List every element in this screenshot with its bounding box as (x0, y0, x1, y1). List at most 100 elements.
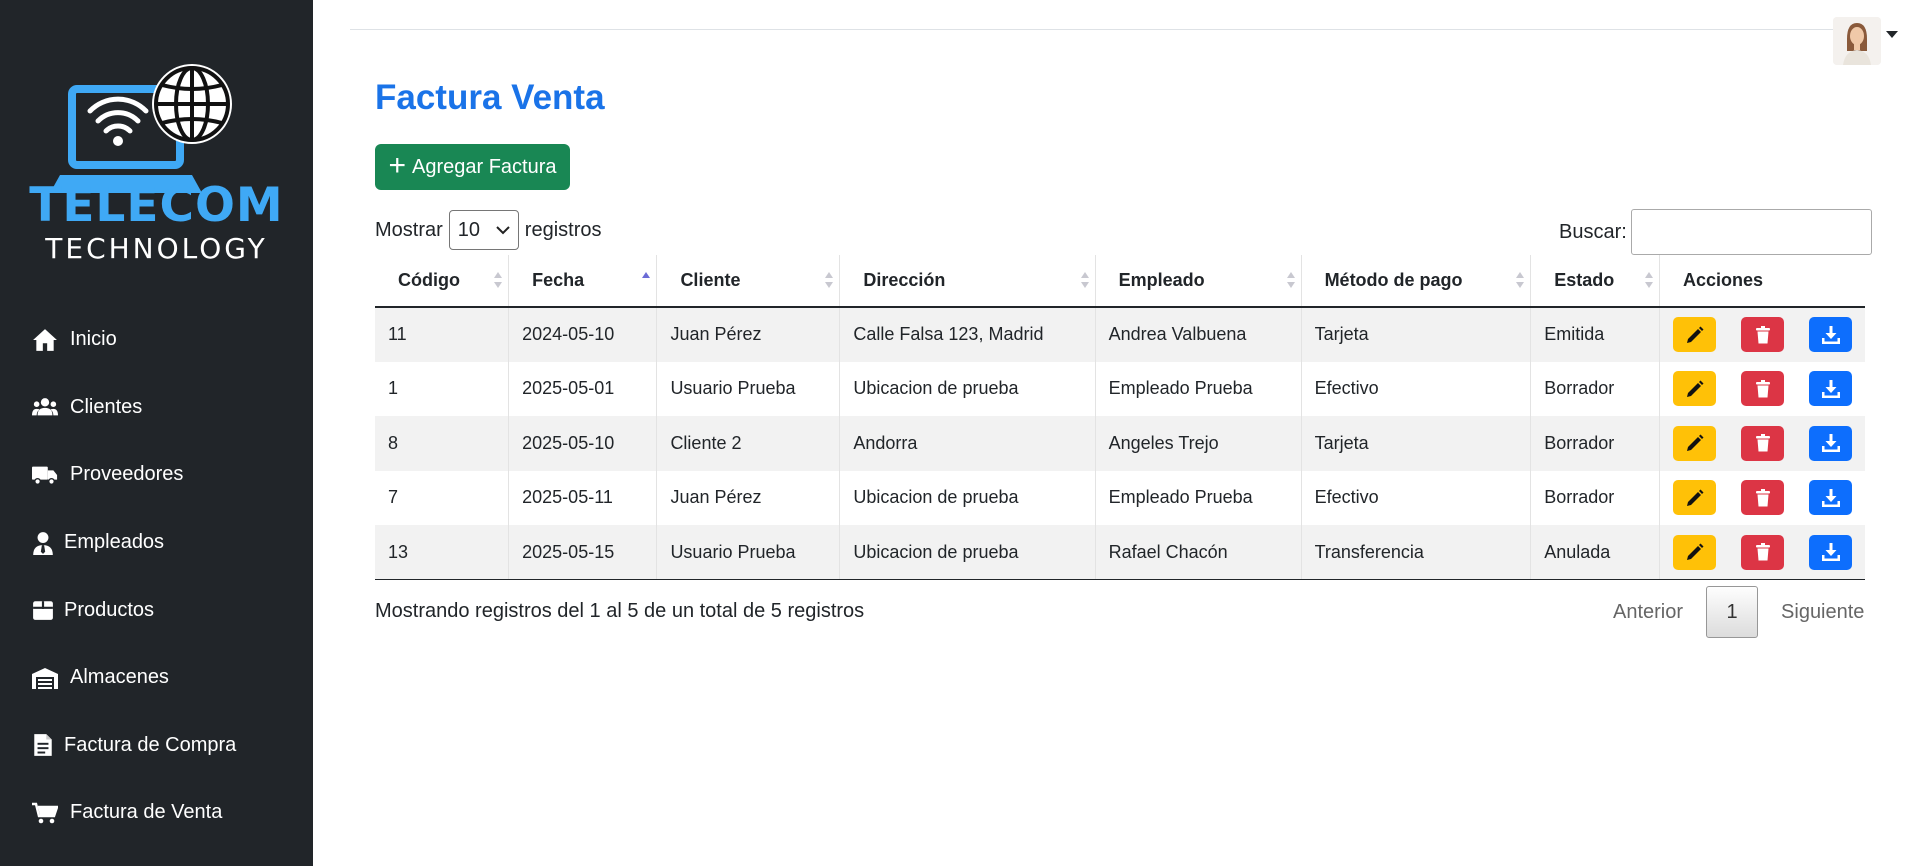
cell-direccion: Ubicacion de prueba (839, 525, 1096, 580)
length-value: 10 (457, 218, 481, 241)
trash-icon (1755, 488, 1770, 507)
cell-direccion: Ubicacion de prueba (839, 361, 1096, 416)
sidebar-nav: Inicio Clientes Proveedores Empleados Pr… (0, 306, 313, 847)
delete-button[interactable] (1741, 480, 1784, 516)
download-button[interactable] (1809, 534, 1852, 570)
invoices-table: Código Fecha Cliente Dirección Empleado … (375, 255, 1865, 580)
sort-asc-icon (642, 272, 651, 290)
sidebar-item-almacenes[interactable]: Almacenes (0, 644, 313, 712)
cell-acciones (1659, 416, 1865, 471)
sidebar-item-factura-compra[interactable]: Factura de Compra (0, 712, 313, 780)
sidebar-item-inicio[interactable]: Inicio (0, 306, 313, 374)
delete-button[interactable] (1741, 425, 1784, 461)
sort-icon (1516, 272, 1525, 290)
cell-estado: Anulada (1530, 525, 1660, 580)
user-tie-icon (33, 531, 53, 555)
pencil-icon (1686, 434, 1703, 452)
column-header-estado[interactable]: Estado (1530, 255, 1660, 308)
file-invoice-icon (34, 734, 52, 757)
sidebar-item-label: Almacenes (70, 666, 169, 689)
sidebar-item-factura-venta[interactable]: Factura de Venta (0, 779, 313, 847)
column-header-cliente[interactable]: Cliente (656, 255, 841, 308)
sort-icon (1080, 272, 1089, 290)
column-header-empleado[interactable]: Empleado (1095, 255, 1302, 308)
edit-button[interactable] (1673, 317, 1716, 353)
sidebar-item-label: Factura de Compra (64, 733, 237, 756)
cell-cliente: Juan Pérez (656, 307, 841, 362)
add-invoice-button[interactable]: + Agregar Factura (375, 144, 570, 190)
sidebar-item-clientes[interactable]: Clientes (0, 374, 313, 442)
cell-metodo: Efectivo (1301, 361, 1532, 416)
sidebar-item-proveedores[interactable]: Proveedores (0, 441, 313, 509)
pagination-next[interactable]: Siguiente (1758, 601, 1887, 624)
user-menu-caret-icon[interactable] (1886, 31, 1898, 38)
records-per-page-select[interactable]: 10 (448, 210, 519, 250)
sidebar-item-label: Productos (64, 598, 155, 621)
cell-cliente: Juan Pérez (656, 470, 841, 525)
pagination-page-1[interactable]: 1 (1706, 586, 1759, 638)
edit-button[interactable] (1673, 425, 1716, 461)
download-button[interactable] (1809, 317, 1852, 353)
cell-cliente: Cliente 2 (656, 416, 841, 471)
edit-button[interactable] (1673, 534, 1716, 570)
download-button[interactable] (1809, 371, 1852, 407)
download-button[interactable] (1809, 480, 1852, 516)
cell-cliente: Usuario Prueba (656, 525, 841, 580)
download-button[interactable] (1809, 425, 1852, 461)
cell-fecha: 2025-05-11 (508, 470, 658, 525)
table-row: 11 2024-05-10 Juan Pérez Calle Falsa 123, M… (375, 307, 1865, 362)
cell-direccion: Calle Falsa 123, Madrid (839, 307, 1096, 362)
sidebar-item-label: Empleados (64, 531, 165, 554)
sidebar-item-label: Inicio (70, 328, 117, 351)
delete-button[interactable] (1741, 534, 1784, 570)
column-header-acciones: Acciones (1659, 255, 1865, 308)
trash-icon (1755, 434, 1770, 452)
cell-estado: Borrador (1530, 416, 1660, 471)
sidebar-item-productos[interactable]: Productos (0, 576, 313, 644)
trash-icon (1755, 379, 1770, 398)
cell-acciones (1660, 362, 1866, 417)
sidebar-item-label: Proveedores (70, 463, 184, 486)
row-actions (1673, 425, 1852, 461)
pagination-previous[interactable]: Anterior (1590, 601, 1706, 624)
cell-fecha: 2025-05-01 (508, 361, 658, 416)
delete-button[interactable] (1741, 371, 1784, 407)
user-avatar[interactable] (1833, 17, 1881, 65)
download-icon (1821, 434, 1840, 453)
edit-button[interactable] (1673, 371, 1716, 407)
sidebar: TELECOM TECHNOLOGY Inicio Clientes Prove… (0, 0, 313, 866)
column-header-codigo[interactable]: Código (375, 255, 510, 308)
search-input[interactable] (1630, 209, 1872, 255)
cell-acciones (1659, 525, 1865, 580)
truck-icon (32, 466, 58, 485)
edit-button[interactable] (1673, 480, 1716, 516)
pencil-icon (1686, 543, 1703, 560)
delete-button[interactable] (1741, 317, 1784, 353)
cell-cliente: Usuario Prueba (656, 361, 841, 416)
cell-fecha: 2025-05-15 (508, 525, 658, 580)
row-actions (1673, 317, 1852, 353)
column-label: Método de pago (1324, 270, 1463, 290)
column-header-direccion[interactable]: Dirección (839, 255, 1096, 308)
sort-icon (1286, 272, 1295, 290)
pagination: Anterior 1 Siguiente (1590, 586, 1887, 638)
column-header-fecha[interactable]: Fecha (508, 255, 658, 308)
cell-estado: Emitida (1530, 307, 1660, 362)
brand-name: TELECOM (29, 178, 284, 233)
cell-metodo: Tarjeta (1301, 416, 1532, 471)
cell-empleado: Empleado Prueba (1095, 361, 1302, 416)
download-icon (1821, 488, 1840, 507)
download-icon (1821, 325, 1840, 344)
column-label: Fecha (532, 270, 585, 290)
pencil-icon (1686, 326, 1703, 343)
download-icon (1821, 543, 1840, 561)
row-actions (1673, 534, 1852, 570)
column-label: Empleado (1118, 270, 1205, 290)
sort-icon (825, 272, 834, 290)
column-header-metodo-pago[interactable]: Método de pago (1301, 255, 1532, 308)
sidebar-item-empleados[interactable]: Empleados (0, 509, 313, 577)
column-label: Cliente (680, 270, 741, 290)
cart-icon (32, 802, 58, 824)
row-actions (1673, 480, 1852, 516)
cell-direccion: Ubicacion de prueba (839, 470, 1096, 525)
